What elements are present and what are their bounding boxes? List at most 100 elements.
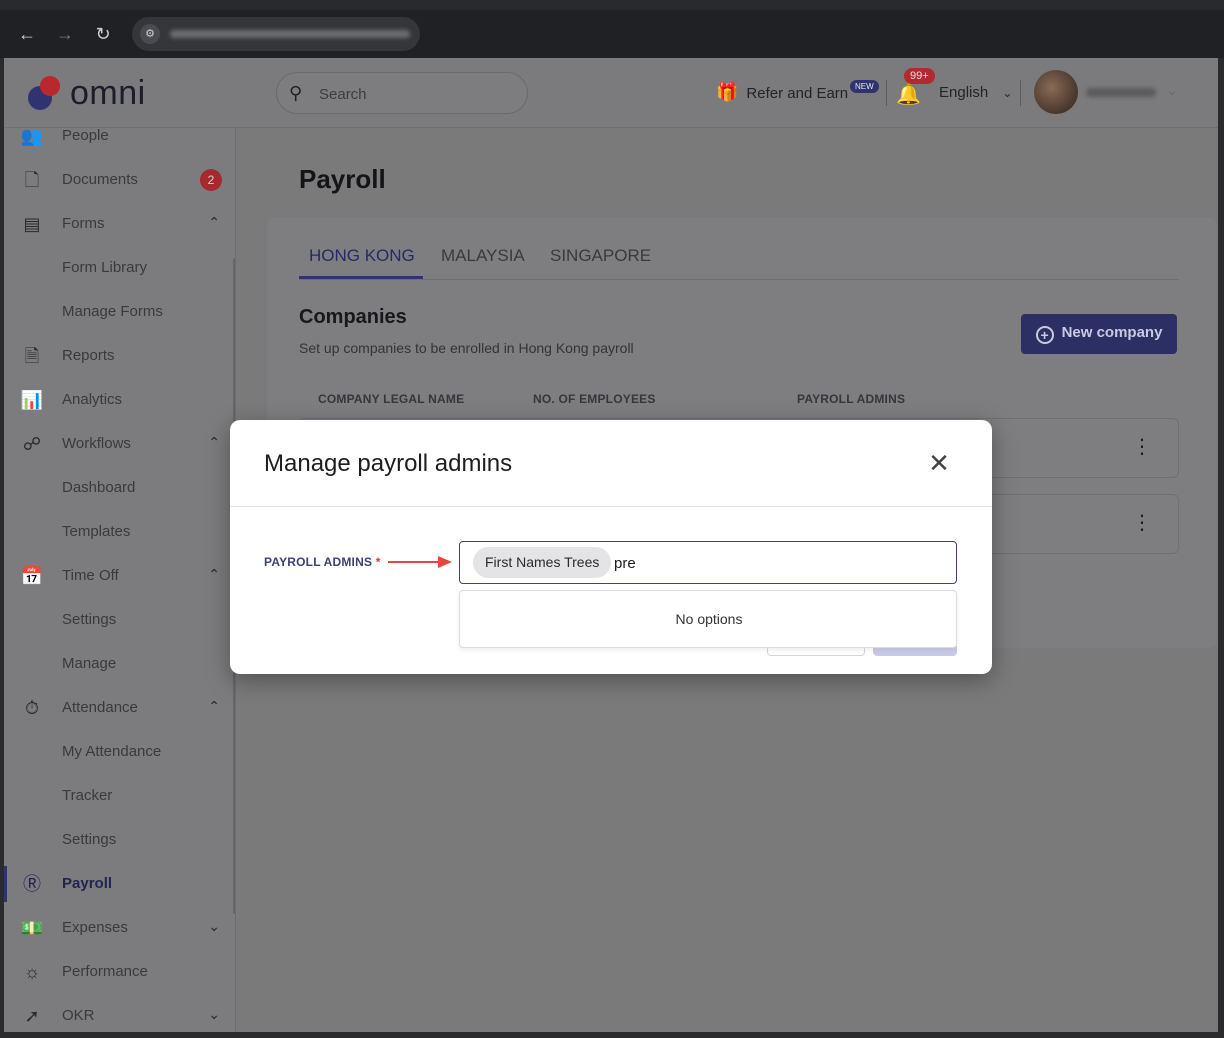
logo-mark-red (40, 76, 60, 96)
refer-and-earn-link[interactable]: 🎁 Refer and Earn (716, 82, 848, 103)
more-vertical-icon[interactable]: ⋮ (1132, 437, 1152, 457)
back-icon[interactable]: ← (16, 23, 38, 45)
sidebar-item-payroll[interactable]: Ⓡ Payroll (4, 862, 235, 906)
companies-heading: Companies (299, 306, 407, 328)
time-off-icon: 📅 (20, 566, 44, 586)
close-icon[interactable]: ✕ (924, 448, 954, 478)
more-vertical-icon[interactable]: ⋮ (1132, 513, 1152, 533)
people-icon: 👥 (20, 128, 44, 146)
dollar-circle-icon: Ⓡ (23, 874, 41, 894)
search-box[interactable]: ⚲ (276, 72, 528, 114)
modal-title: Manage payroll admins (264, 450, 513, 477)
analytics-icon: 📊 (20, 390, 44, 410)
tab-hong-kong[interactable]: HONG KONG (309, 246, 415, 266)
sidebar-item-documents[interactable]: 🗋 Documents 2 (4, 158, 235, 202)
gift-icon: 🎁 (716, 82, 739, 102)
sidebar-item-okr[interactable]: ➚ OKR ⌄ (4, 994, 235, 1032)
reports-icon: 🗎 (24, 346, 40, 366)
workflows-icon: ☍ (22, 434, 42, 454)
sidebar-item-label: Documents (62, 171, 138, 188)
sidebar-item-label: Templates (62, 523, 131, 540)
sidebar-item-label: OKR (62, 1007, 95, 1024)
window-bottom-edge (0, 1032, 1224, 1038)
sidebar-item-forms[interactable]: ▤ Forms ⌃ (4, 202, 235, 246)
tabs-divider (299, 279, 1179, 280)
sidebar-item-manage[interactable]: Manage (4, 642, 235, 686)
tab-malaysia[interactable]: MALAYSIA (441, 246, 525, 266)
reload-icon[interactable]: ↻ (92, 23, 114, 45)
sidebar-item-label: Payroll (62, 875, 113, 892)
sidebar-item-label: Manage Forms (62, 303, 163, 320)
chevron-up-icon: ⌃ (208, 698, 220, 714)
admin-search-input[interactable] (614, 552, 934, 574)
field-label-text: PAYROLL ADMINS (264, 555, 373, 569)
sidebar-item-my-attendance[interactable]: My Attendance (4, 730, 235, 774)
sidebar-item-tracker[interactable]: Tracker (4, 774, 235, 818)
new-company-label: New company (1061, 324, 1163, 341)
sidebar-item-workflows[interactable]: ☍ Workflows ⌃ (4, 422, 235, 466)
language-selector[interactable]: English ⌄ (939, 84, 1012, 101)
sidebar-item-dashboard[interactable]: Dashboard (4, 466, 235, 510)
search-input[interactable] (319, 83, 509, 105)
sidebar-item-people[interactable]: 👥 People (4, 128, 235, 158)
sidebar-item-reports[interactable]: 🗎 Reports (4, 334, 235, 378)
expenses-icon: 💵 (20, 918, 44, 938)
address-bar[interactable]: ⚙ (132, 17, 420, 51)
payroll-admins-autocomplete[interactable]: First Names Trees (459, 541, 957, 584)
refer-label: Refer and Earn (746, 85, 849, 102)
site-settings-icon[interactable]: ⚙ (140, 24, 160, 44)
sidebar-item-label: Forms (62, 215, 105, 232)
top-bar: omni ⚲ 🎁 Refer and Earn NEW 🔔 99+ English… (4, 58, 1218, 128)
chevron-down-icon: ⌄ (208, 1006, 220, 1022)
rocket-icon: ➚ (24, 1006, 40, 1026)
sidebar-item-label: Workflows (62, 435, 131, 452)
sidebar-item-performance[interactable]: ☼ Performance (4, 950, 235, 994)
sidebar-item-form-library[interactable]: Form Library (4, 246, 235, 290)
no-options-text: No options (675, 611, 743, 627)
divider (886, 80, 887, 106)
column-header-no-of-employees: NO. OF EMPLOYEES (533, 392, 656, 406)
payroll-admins-label: PAYROLL ADMINS * (264, 555, 381, 569)
sidebar-item-attendance-settings[interactable]: Settings (4, 818, 235, 862)
companies-subtitle: Set up companies to be enrolled in Hong … (299, 340, 634, 356)
required-mark: * (375, 555, 381, 569)
blurred-user-name (1086, 88, 1156, 97)
sidebar-item-label: Time Off (62, 567, 119, 584)
language-label: English (939, 84, 989, 101)
sidebar-item-label: My Attendance (62, 743, 162, 760)
modal-divider (230, 506, 992, 507)
sidebar-item-label: Performance (62, 963, 148, 980)
browser-toolbar: ← → ↻ ⚙ (0, 0, 1224, 58)
column-header-payroll-admins: PAYROLL ADMINS (797, 392, 906, 406)
column-header-company-legal-name: COMPANY LEGAL NAME (318, 392, 465, 406)
bell-icon[interactable]: 🔔 (896, 82, 921, 107)
selected-admin-chip[interactable]: First Names Trees (473, 547, 612, 578)
sidebar-item-label: Form Library (62, 259, 148, 276)
sidebar-item-analytics[interactable]: 📊 Analytics (4, 378, 235, 422)
chevron-up-icon: ⌃ (208, 434, 220, 450)
chevron-down-icon: ⌄ (1002, 86, 1013, 100)
stopwatch-icon: ⏱ (24, 698, 40, 718)
notification-count-badge: 99+ (904, 68, 935, 84)
plus-circle-icon: + (1035, 326, 1054, 344)
autocomplete-dropdown: No options (459, 590, 957, 648)
sidebar-item-time-off-settings[interactable]: Settings (4, 598, 235, 642)
sidebar-item-manage-forms[interactable]: Manage Forms (4, 290, 235, 334)
page-title: Payroll (299, 164, 386, 194)
forward-icon[interactable]: → (54, 23, 76, 45)
user-menu-chevron-icon[interactable]: ⌄ (1166, 82, 1178, 99)
manage-payroll-admins-modal: Manage payroll admins ✕ PAYROLL ADMINS *… (230, 420, 992, 674)
new-company-button[interactable]: + New company (1021, 314, 1177, 354)
sidebar-item-label: Settings (62, 611, 117, 628)
forms-icon: ▤ (23, 214, 41, 234)
sidebar-item-attendance[interactable]: ⏱ Attendance ⌃ (4, 686, 235, 730)
sidebar-item-label: People (62, 128, 109, 144)
avatar[interactable] (1034, 70, 1078, 114)
sidebar-item-templates[interactable]: Templates (4, 510, 235, 554)
sidebar-item-label: Tracker (62, 787, 113, 804)
tab-singapore[interactable]: SINGAPORE (550, 246, 651, 266)
sidebar-item-time-off[interactable]: 📅 Time Off ⌃ (4, 554, 235, 598)
new-badge: NEW (850, 80, 879, 93)
sidebar-item-expenses[interactable]: 💵 Expenses ⌄ (4, 906, 235, 950)
annotation-arrow-icon (388, 556, 452, 568)
